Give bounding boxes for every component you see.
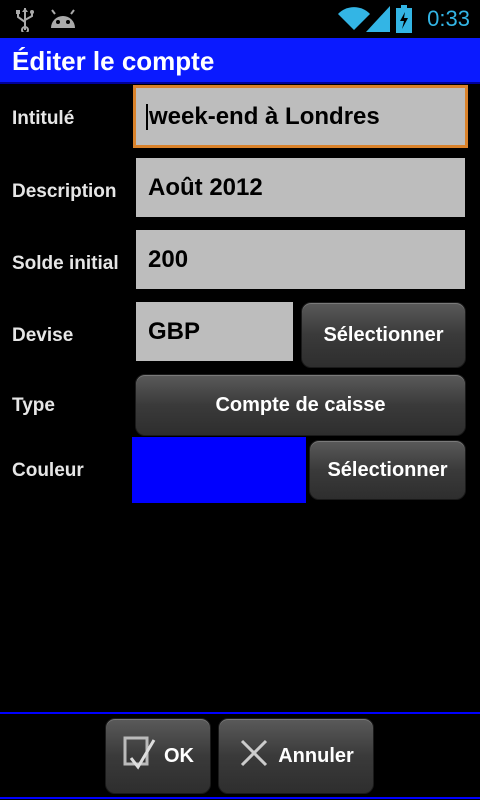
bottom-bar-bottom-divider [0, 797, 480, 799]
couleur-select-button[interactable]: Sélectionner [309, 440, 466, 500]
devise-select-button[interactable]: Sélectionner [301, 302, 466, 368]
close-icon [238, 737, 270, 775]
text-cursor [146, 103, 148, 130]
description-value: Août 2012 [148, 173, 263, 201]
devise-field[interactable]: GBP [136, 302, 293, 361]
description-label: Description [12, 181, 117, 202]
title-divider [0, 82, 480, 84]
couleur-label: Couleur [12, 460, 84, 481]
type-select-button[interactable]: Compte de caisse [135, 374, 466, 436]
type-label: Type [12, 395, 55, 416]
status-bar: 0:33 [0, 0, 480, 38]
status-time: 0:33 [427, 6, 470, 31]
ok-label: OK [164, 744, 194, 767]
battery-charging-icon [396, 5, 412, 38]
solde-value: 200 [148, 245, 189, 273]
cancel-label: Annuler [278, 744, 354, 767]
solde-field[interactable]: 200 [136, 230, 465, 289]
ok-check-icon [122, 734, 156, 778]
bottom-bar-top-divider [0, 712, 480, 714]
cancel-button[interactable]: Annuler [218, 718, 374, 794]
android-icon [48, 8, 78, 35]
solde-label: Solde initial [12, 253, 119, 274]
page-title: Éditer le compte [0, 38, 480, 82]
intitule-value: week-end à Londres [149, 102, 380, 130]
intitule-field[interactable]: week-end à Londres [133, 85, 468, 148]
devise-value: GBP [148, 317, 201, 345]
signal-icon [366, 6, 390, 37]
color-swatch [132, 437, 306, 503]
usb-icon [14, 6, 36, 37]
devise-label: Devise [12, 325, 74, 346]
ok-button[interactable]: OK [105, 718, 211, 794]
intitule-label: Intitulé [12, 108, 75, 129]
description-field[interactable]: Août 2012 [136, 158, 465, 217]
